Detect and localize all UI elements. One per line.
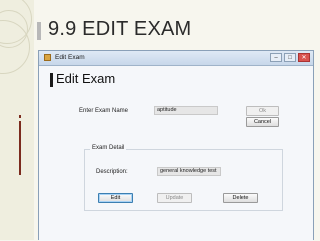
- description-field[interactable]: general knowledge test: [157, 167, 221, 176]
- window-titlebar[interactable]: Edit Exam – □ ✕: [39, 51, 313, 66]
- exam-detail-group-label: Exam Detail: [90, 145, 127, 151]
- close-button[interactable]: ✕: [298, 53, 310, 62]
- slide-title: 9.9 EDIT EXAM: [48, 18, 192, 40]
- slide-decoration: [0, 0, 34, 240]
- side-marker-bar: [19, 121, 21, 175]
- window-controls: – □ ✕: [270, 53, 310, 62]
- delete-button[interactable]: Delete: [223, 193, 258, 203]
- exam-name-field[interactable]: aptitude: [154, 106, 218, 115]
- update-button[interactable]: Update: [157, 193, 192, 203]
- maximize-button[interactable]: □: [284, 53, 296, 62]
- app-icon: [44, 54, 51, 61]
- form-heading: Edit Exam: [56, 71, 116, 86]
- window-client-area: Edit Exam Enter Exam Name aptitude Ok Ca…: [39, 66, 313, 241]
- exam-name-label: Enter Exam Name: [79, 108, 129, 114]
- side-marker-dot: [19, 115, 21, 118]
- title-accent: [37, 22, 41, 40]
- edit-exam-window: Edit Exam – □ ✕ Edit Exam Enter Exam Nam…: [38, 50, 314, 241]
- cancel-button[interactable]: Cancel: [246, 117, 279, 127]
- window-title: Edit Exam: [55, 54, 85, 61]
- exam-detail-group: Exam Detail Description: general knowled…: [84, 145, 283, 211]
- minimize-button[interactable]: –: [270, 53, 282, 62]
- edit-button[interactable]: Edit: [98, 193, 133, 203]
- ok-button[interactable]: Ok: [246, 106, 279, 116]
- description-label: Description:: [96, 169, 128, 175]
- heading-accent: [50, 73, 53, 87]
